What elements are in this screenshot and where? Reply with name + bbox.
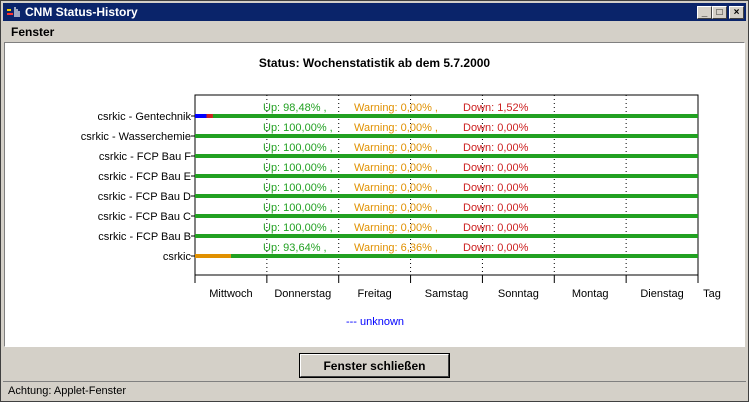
- status-segment-warning: [195, 254, 231, 258]
- down-percent: Down: 0,00%: [463, 122, 529, 134]
- down-percent: Down: 0,00%: [463, 242, 529, 254]
- warning-percent: Warning: 6,36% ,: [354, 242, 438, 254]
- minimize-button[interactable]: _: [697, 6, 712, 19]
- down-percent: Down: 0,00%: [463, 222, 529, 234]
- row-label: csrkic - Gentechnik: [97, 111, 191, 123]
- close-window-button[interactable]: ×: [729, 6, 744, 19]
- down-percent: Down: 0,00%: [463, 182, 529, 194]
- down-percent: Down: 0,00%: [463, 162, 529, 174]
- title-bar[interactable]: CNM Status-History _ □ ×: [3, 3, 746, 21]
- maximize-icon: □: [716, 7, 723, 18]
- up-percent: Up: 100,00% ,: [263, 142, 333, 154]
- down-percent: Down: 1,52%: [463, 102, 529, 114]
- up-percent: Up: 93,64% ,: [263, 242, 327, 254]
- status-segment-up: [230, 254, 698, 258]
- close-icon: ×: [733, 7, 740, 18]
- warning-percent: Warning: 0,00% ,: [354, 202, 438, 214]
- close-window-button-main[interactable]: Fenster schließen: [299, 353, 450, 378]
- x-axis-label: Tag: [703, 288, 721, 300]
- warning-percent: Warning: 0,00% ,: [354, 102, 438, 114]
- x-tick-label: Mittwoch: [209, 288, 252, 300]
- x-tick-label: Samstag: [425, 288, 468, 300]
- menu-fenster[interactable]: Fenster: [11, 25, 54, 39]
- status-chart: Mittwoch Donnerstag Freitag Samstag Sonntag M…: [81, 94, 721, 328]
- up-percent: Up: 100,00% ,: [263, 182, 333, 194]
- minimize-icon: _: [701, 7, 708, 18]
- row-label: csrkic - FCP Bau F: [99, 151, 191, 163]
- row-label: csrkic - Wasserchemie: [81, 131, 191, 143]
- status-segment-down: [206, 114, 213, 118]
- x-tick-label: Donnerstag: [274, 288, 331, 300]
- menu-bar: Fenster: [3, 23, 746, 41]
- status-text: Achtung: Applet-Fenster: [8, 385, 127, 397]
- row-label: csrkic - FCP Bau E: [98, 171, 191, 183]
- x-tick-label: Dienstag: [640, 288, 683, 300]
- warning-percent: Warning: 0,00% ,: [354, 142, 438, 154]
- row-label: csrkic - FCP Bau D: [98, 191, 191, 203]
- status-segment-up: [195, 214, 698, 218]
- status-segment-up: [195, 194, 698, 198]
- x-tick-label: Freitag: [358, 288, 392, 300]
- x-tick-label: Montag: [572, 288, 609, 300]
- up-percent: Up: 100,00% ,: [263, 122, 333, 134]
- row-label: csrkic: [163, 251, 192, 263]
- up-percent: Up: 100,00% ,: [263, 202, 333, 214]
- status-segment-up: [195, 234, 698, 238]
- warning-percent: Warning: 0,00% ,: [354, 182, 438, 194]
- status-segment-up: [195, 134, 698, 138]
- warning-percent: Warning: 0,00% ,: [354, 222, 438, 234]
- applet-window: CNM Status-History _ □ × Fenster Status:…: [0, 0, 749, 402]
- status-bar: Achtung: Applet-Fenster: [3, 381, 746, 400]
- status-segment-up: [195, 174, 698, 178]
- row-label: csrkic - FCP Bau C: [98, 211, 191, 223]
- x-tick-label: Sonntag: [498, 288, 539, 300]
- status-segment-up: [195, 154, 698, 158]
- warning-percent: Warning: 0,00% ,: [354, 162, 438, 174]
- up-percent: Up: 100,00% ,: [263, 222, 333, 234]
- maximize-button[interactable]: □: [712, 6, 727, 19]
- row-label: csrkic - FCP Bau B: [98, 231, 191, 243]
- app-icon: [6, 6, 22, 18]
- window-title: CNM Status-History: [25, 5, 138, 19]
- up-percent: Up: 98,48% ,: [263, 102, 327, 114]
- status-segment-up: [212, 114, 698, 118]
- legend-unknown: --- unknown: [346, 316, 404, 328]
- warning-percent: Warning: 0,00% ,: [354, 122, 438, 134]
- down-percent: Down: 0,00%: [463, 142, 529, 154]
- up-percent: Up: 100,00% ,: [263, 162, 333, 174]
- status-segment-unknown: [195, 114, 207, 118]
- down-percent: Down: 0,00%: [463, 202, 529, 214]
- chart-panel: Status: Wochenstatistik ab dem 5.7.2000 …: [4, 42, 745, 347]
